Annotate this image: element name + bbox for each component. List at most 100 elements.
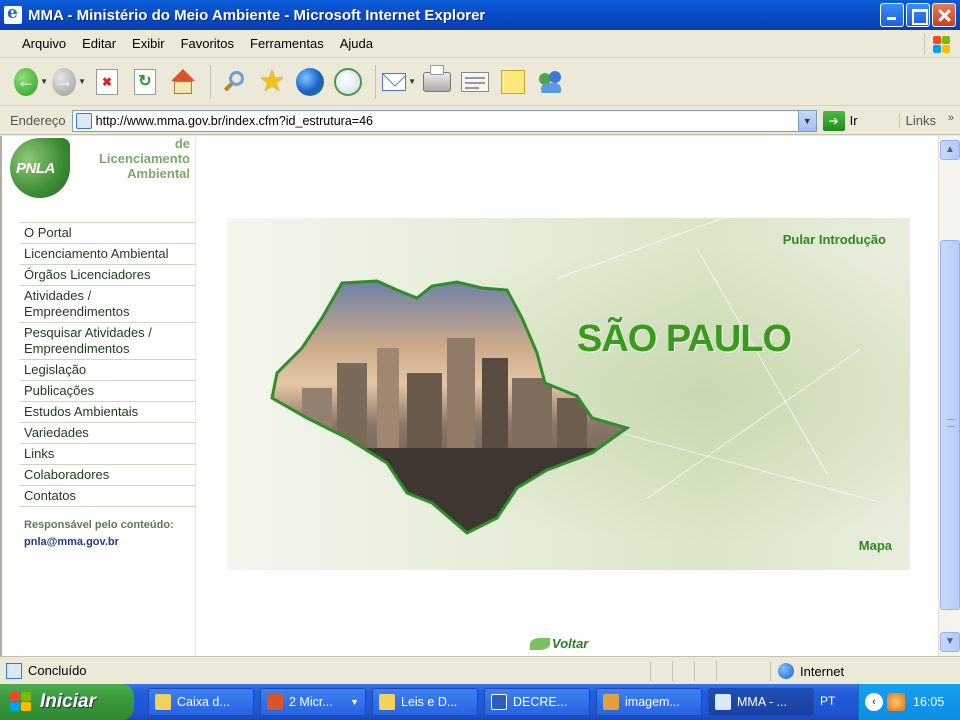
windows-logo-icon	[924, 33, 950, 55]
status-bar: Concluído Internet	[0, 656, 960, 684]
close-button[interactable]	[932, 3, 956, 27]
task-outlook[interactable]: Caixa d...	[148, 688, 254, 716]
vertical-scrollbar[interactable]: ▲ ▼	[938, 136, 960, 656]
print-button[interactable]	[420, 64, 454, 99]
nav-label: Links	[24, 446, 55, 461]
links-chevron-icon[interactable]: »	[948, 112, 954, 124]
history-button[interactable]	[331, 65, 365, 99]
internet-globe-icon	[778, 663, 794, 679]
nav-licenciamento-ambiental[interactable]: Licenciamento Ambiental	[20, 243, 196, 264]
messenger-icon	[537, 69, 565, 95]
search-button[interactable]	[217, 65, 251, 99]
leaf-icon	[530, 637, 550, 650]
logo-text-line: de	[174, 136, 190, 151]
edit-button[interactable]	[458, 65, 492, 99]
toolbar-separator	[210, 64, 211, 99]
leaf-logo-icon: PNLA	[10, 138, 70, 198]
task-paint[interactable]: imagem...	[596, 688, 702, 716]
map-link[interactable]: Mapa	[859, 538, 892, 553]
nav-contatos[interactable]: Contatos	[20, 485, 196, 507]
group-chevron-icon: ▼	[350, 697, 359, 707]
start-button[interactable]: Iniciar	[0, 684, 134, 720]
nav-links[interactable]: Links	[20, 443, 196, 464]
logo-text-line: Licenciamento	[98, 151, 190, 166]
address-dropdown-button[interactable]: ▼	[797, 110, 816, 131]
page-icon	[75, 112, 92, 129]
print-icon	[423, 64, 451, 92]
task-ie[interactable]: MMA - ...	[708, 688, 814, 716]
site-sidebar: PNLA de Licenciamento Ambiental O Portal…	[2, 136, 196, 656]
mail-icon	[382, 72, 407, 91]
address-url: http://www.mma.gov.br/index.cfm?id_estru…	[95, 113, 373, 128]
menu-bar: Arquivo Editar Exibir Favoritos Ferramen…	[0, 30, 960, 58]
zone-label: Internet	[800, 663, 845, 679]
nav-colaboradores[interactable]: Colaboradores	[20, 464, 196, 485]
outlook-icon	[155, 694, 171, 710]
task-powerpoint[interactable]: 2 Micr... ▼	[260, 688, 366, 716]
responsible-email-link[interactable]: pnla@mma.gov.br	[24, 536, 119, 548]
go-button[interactable]: ➔ Ir	[822, 110, 858, 131]
maximize-button[interactable]	[906, 3, 930, 27]
skip-intro-link[interactable]: Pular Introdução	[783, 232, 886, 247]
back-button[interactable]: ← ▼	[14, 65, 48, 99]
nav-atividades-empreendimentos[interactable]: Atividades / Empreendimentos	[20, 285, 196, 322]
forward-button[interactable]: → ▼	[52, 65, 86, 99]
home-button[interactable]	[166, 65, 200, 99]
messenger-button[interactable]	[534, 65, 568, 99]
nav-estudos-ambientais[interactable]: Estudos Ambientais	[20, 401, 196, 422]
address-input[interactable]: http://www.mma.gov.br/index.cfm?id_estru…	[71, 109, 817, 132]
refresh-button[interactable]: ↻	[128, 65, 162, 99]
word-icon	[491, 694, 507, 710]
status-text: Concluído	[28, 663, 87, 678]
stop-button[interactable]: ✖	[90, 65, 124, 99]
nav-label: O Portal	[24, 225, 72, 240]
links-toolbar-label[interactable]: Links	[898, 113, 936, 128]
tray-expand-icon[interactable]: ‹	[865, 693, 883, 711]
scroll-down-button[interactable]: ▼	[940, 632, 960, 652]
menu-favoritos[interactable]: Favoritos	[173, 36, 242, 51]
nav-pesquisar-atividades[interactable]: Pesquisar Atividades / Empreendimentos	[20, 322, 196, 359]
favorites-button[interactable]: ★	[255, 65, 289, 99]
task-label: 2 Micr...	[289, 695, 333, 709]
status-divider	[716, 661, 717, 681]
state-title: SÃO PAULO	[577, 318, 792, 360]
logo-text-line: Ambiental	[127, 166, 190, 181]
minimize-button[interactable]	[880, 3, 904, 27]
menu-editar[interactable]: Editar	[74, 36, 124, 51]
mail-button[interactable]: ▼	[382, 65, 416, 99]
media-button[interactable]	[293, 65, 327, 99]
task-label: Caixa d...	[177, 695, 230, 709]
nav-orgaos-licenciadores[interactable]: Órgãos Licenciadores	[20, 264, 196, 285]
task-label: DECRE...	[513, 695, 568, 709]
stop-icon: ✖	[96, 68, 118, 95]
nav-o-portal[interactable]: O Portal	[20, 222, 196, 243]
language-indicator[interactable]: PT	[820, 694, 835, 708]
nav-variedades[interactable]: Variedades	[20, 422, 196, 443]
leaf-vein	[646, 348, 861, 499]
scroll-thumb[interactable]	[940, 240, 960, 610]
status-divider	[770, 661, 771, 681]
back-link[interactable]: Voltar	[530, 636, 588, 651]
task-folder[interactable]: Leis e D...	[372, 688, 478, 716]
task-word[interactable]: DECRE...	[484, 688, 590, 716]
scroll-up-button[interactable]: ▲	[940, 140, 960, 160]
nav-legislacao[interactable]: Legislação	[20, 359, 196, 380]
nav-label: Licenciamento Ambiental	[24, 246, 169, 261]
toolbar: ← ▼ → ▼ ✖ ↻ ★ ▼	[0, 58, 960, 106]
windows-flag-icon	[10, 692, 32, 712]
folder-icon	[379, 694, 395, 710]
menu-ferramentas[interactable]: Ferramentas	[242, 36, 332, 51]
discuss-button[interactable]	[496, 65, 530, 99]
menu-exibir[interactable]: Exibir	[124, 36, 173, 51]
edit-icon	[461, 71, 489, 92]
pnla-logo[interactable]: PNLA de Licenciamento Ambiental	[10, 136, 194, 220]
window-title: MMA - Ministério do Meio Ambiente - Micr…	[28, 6, 486, 24]
tray-app-icon[interactable]	[887, 693, 905, 711]
nav-label: Pesquisar Atividades /	[24, 325, 152, 340]
nav-publicacoes[interactable]: Publicações	[20, 380, 196, 401]
menu-arquivo[interactable]: Arquivo	[14, 36, 74, 51]
system-tray: ‹ 16:05	[858, 684, 960, 720]
address-label: Endereço	[10, 113, 66, 128]
menu-ajuda[interactable]: Ajuda	[332, 36, 381, 51]
discuss-icon	[501, 69, 525, 94]
